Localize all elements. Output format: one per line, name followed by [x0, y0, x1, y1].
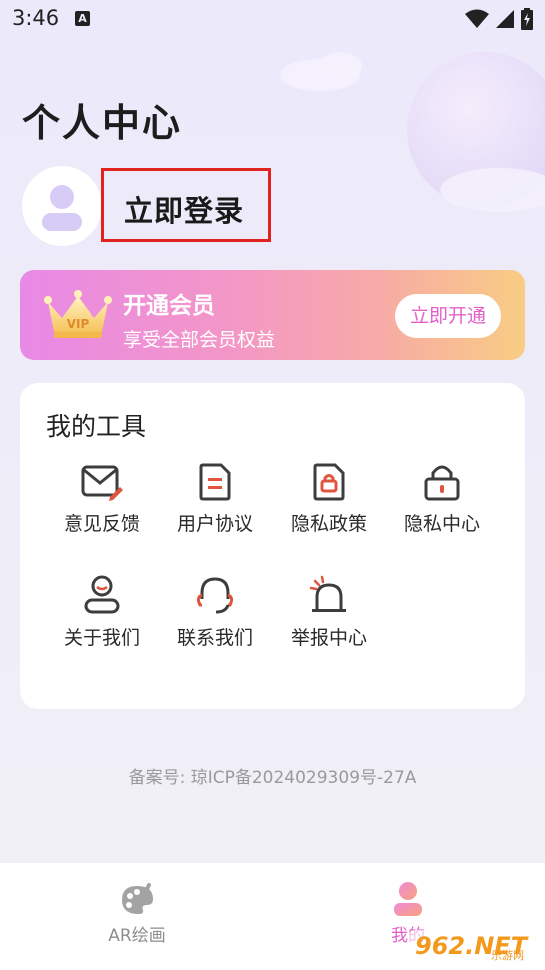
- lock-icon: [424, 465, 460, 501]
- status-icons: [465, 8, 533, 30]
- icp-record: 备案号: 琼ICP备2024029309号-27A: [128, 768, 417, 788]
- tool-label: 隐私政策: [290, 513, 367, 535]
- login-button[interactable]: 立即登录: [124, 188, 244, 230]
- vip-subtitle: 享受全部会员权益: [123, 329, 276, 351]
- tool-label: 举报中心: [290, 627, 367, 649]
- tool-label: 联系我们: [176, 627, 253, 649]
- nav-item-ar-drawing[interactable]: AR绘画: [92, 883, 182, 946]
- tools-card: 我的工具 意见反馈 用户协议 隐私政策 隐私中心 关于我们 联系我们 举报中心: [20, 383, 525, 709]
- avatar[interactable]: [22, 166, 102, 246]
- alarm-icon: [309, 575, 346, 612]
- vip-open-button[interactable]: 立即开通: [395, 294, 501, 338]
- bottom-nav: AR绘画 我的 962.NET 乐游网: [0, 863, 545, 970]
- page-title: 个人中心: [22, 101, 183, 145]
- battery-charging-icon: [521, 8, 533, 30]
- tool-label: 关于我们: [63, 627, 140, 649]
- notification-icon: A: [75, 11, 90, 26]
- tool-label: 意见反馈: [63, 513, 140, 535]
- tools-title: 我的工具: [46, 412, 147, 441]
- background-decoration: [280, 52, 545, 212]
- palette-icon: [122, 883, 153, 914]
- document-icon: [199, 463, 231, 501]
- wifi-icon: [465, 9, 489, 28]
- tool-label: 用户协议: [176, 513, 253, 535]
- vip-title: 开通会员: [123, 293, 215, 319]
- avatar-placeholder-icon: [42, 185, 82, 231]
- vip-badge-text: VIP: [67, 317, 90, 331]
- watermark-logo: 962.NET 乐游网: [409, 930, 537, 962]
- privacy-lock-document-icon: [313, 463, 345, 501]
- nav-label: AR绘画: [108, 926, 166, 946]
- signal-icon: [496, 10, 514, 28]
- tool-report-center[interactable]: 举报中心: [274, 575, 384, 650]
- crown-icon: VIP: [44, 290, 112, 338]
- status-time: 3:46: [12, 6, 60, 30]
- tool-feedback[interactable]: 意见反馈: [47, 463, 157, 536]
- tool-contact-us[interactable]: 联系我们: [160, 575, 270, 650]
- headset-icon: [196, 577, 234, 614]
- user-icon: [84, 575, 120, 614]
- tool-user-agreement[interactable]: 用户协议: [160, 463, 270, 536]
- vip-card[interactable]: VIP 开通会员 享受全部会员权益 立即开通: [20, 270, 525, 360]
- feedback-mail-icon: [81, 465, 123, 501]
- status-bar: 3:46 A: [0, 0, 545, 38]
- tool-label: 隐私中心: [403, 513, 480, 535]
- watermark-subtext: 乐游网: [491, 949, 524, 962]
- profile-icon: [394, 882, 422, 916]
- tool-privacy-center[interactable]: 隐私中心: [387, 463, 497, 536]
- tool-about-us[interactable]: 关于我们: [47, 575, 157, 650]
- tool-privacy-policy[interactable]: 隐私政策: [274, 463, 384, 536]
